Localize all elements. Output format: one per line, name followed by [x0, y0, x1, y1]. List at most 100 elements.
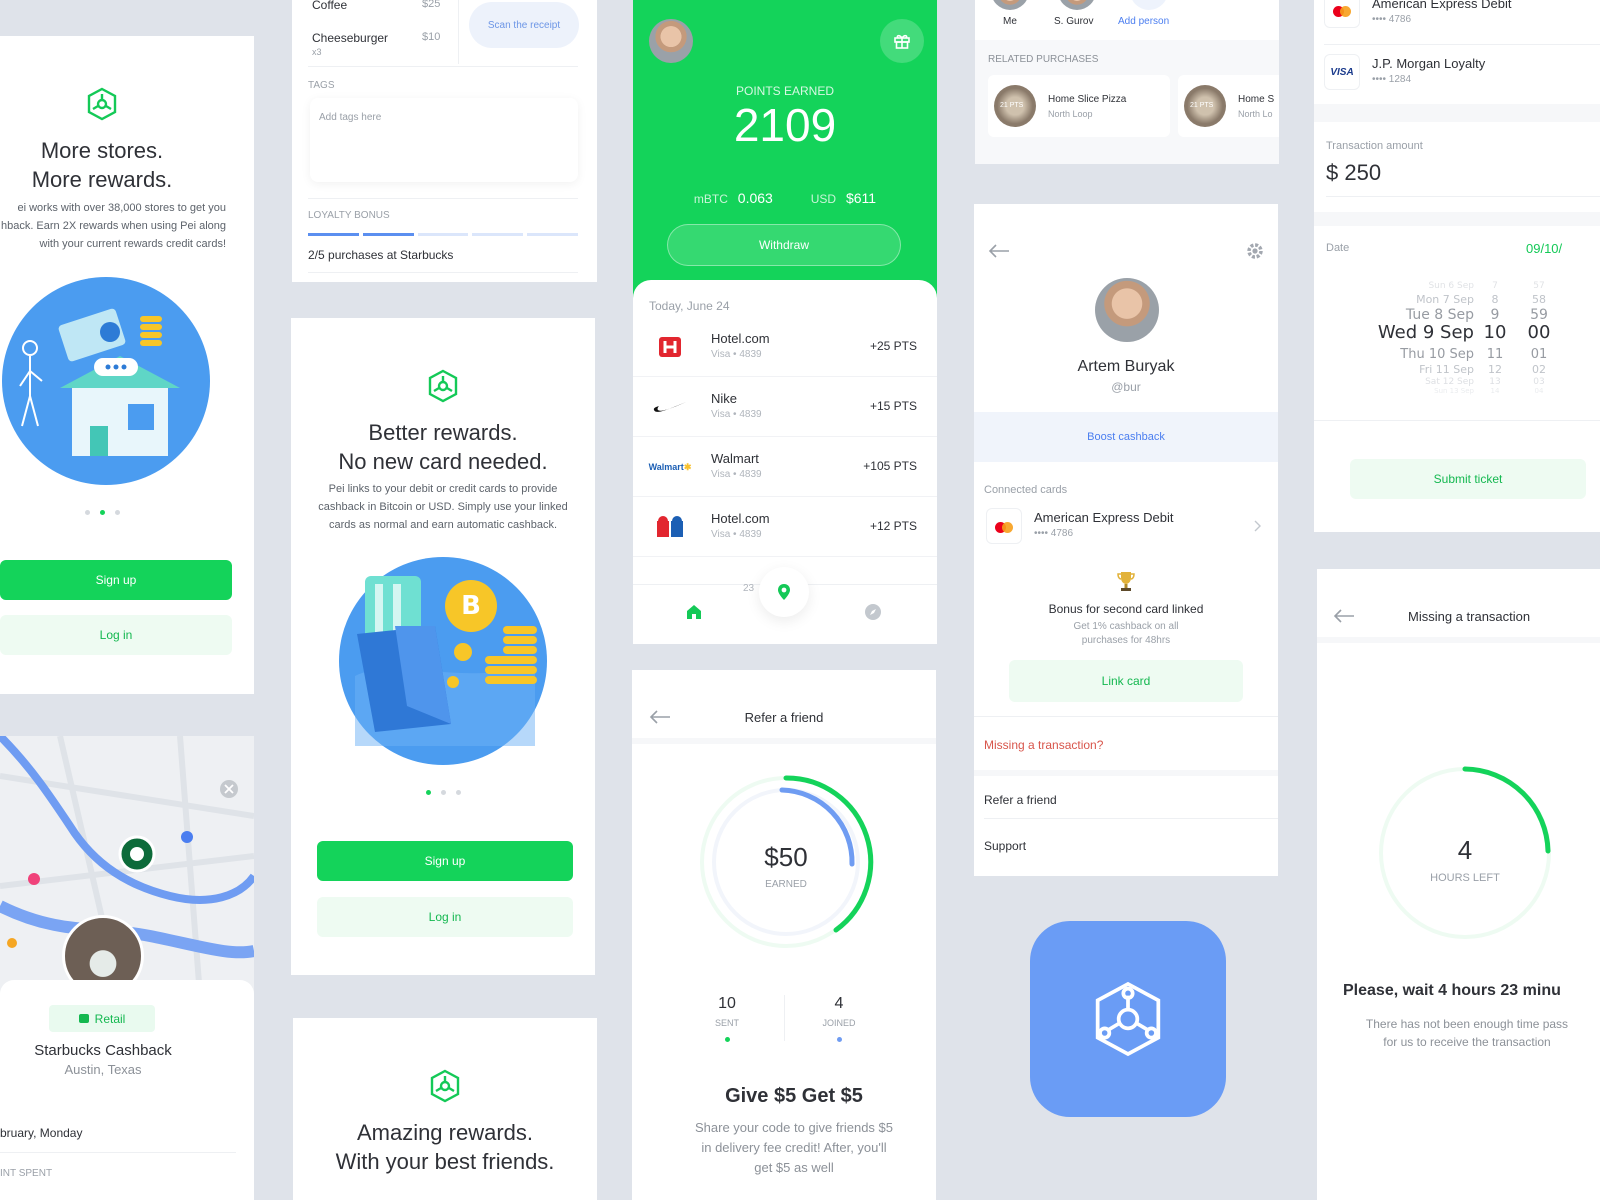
onboarding-screen-more-stores: More stores. More rewards. ei works with… — [0, 36, 254, 694]
picker-minute[interactable]: 04 — [1524, 388, 1554, 395]
missing-transaction-screen: Missing a transaction 4 HOURS LEFT Pleas… — [1317, 569, 1600, 1200]
pei-logo-icon — [428, 369, 458, 403]
picker-minute[interactable]: 57 — [1524, 282, 1554, 291]
support-link[interactable]: Support — [984, 839, 1026, 853]
missing-transaction-link[interactable]: Missing a transaction? — [984, 738, 1103, 752]
trophy-icon — [1117, 572, 1135, 591]
login-button[interactable]: Log in — [317, 897, 573, 937]
transaction-row[interactable]: Hotel.com Visa • 4839 +25 PTS — [633, 317, 937, 377]
profile-screen: Artem Buryak @bur Boost cashback Connect… — [974, 204, 1278, 876]
sent-label: SENT — [714, 1018, 739, 1028]
transaction-row[interactable]: Walmart✱ Walmart Visa • 4839 +105 PTS — [633, 437, 937, 497]
picker-hour[interactable]: 13 — [1480, 378, 1510, 387]
card-info: Visa • 4839 — [711, 409, 762, 420]
onboarding-title-line1: Better rewards. — [368, 420, 518, 445]
carousel-dots[interactable] — [0, 510, 204, 515]
refer-body-line3: get $5 as well — [754, 1160, 834, 1175]
picker-minute[interactable]: 59 — [1524, 308, 1554, 322]
walmart-logo-icon: Walmart✱ — [648, 461, 692, 472]
picker-minute[interactable]: 58 — [1524, 294, 1554, 305]
date-value[interactable]: 09/10/ — [1526, 241, 1562, 256]
wait-body-line2: for us to receive the transaction — [1383, 1035, 1551, 1049]
picker-minute[interactable]: 03 — [1524, 378, 1554, 387]
related-purchase-card[interactable]: 21 PTS Home Slice Pizza North Loop — [988, 75, 1170, 137]
store-name: Starbucks Cashback — [34, 1042, 172, 1059]
date-row: bruary, Monday — [0, 1126, 83, 1140]
merchant-name: Walmart — [711, 451, 759, 466]
onboarding-screen-amazing-rewards: Amazing rewards. With your best friends. — [293, 1018, 597, 1200]
login-button[interactable]: Log in — [0, 615, 232, 655]
link-card-button[interactable]: Link card — [1009, 660, 1243, 702]
picker-day[interactable]: Sat 12 Sep — [1344, 378, 1474, 387]
signup-button[interactable]: Sign up — [0, 560, 232, 600]
picker-hour[interactable]: 9 — [1480, 308, 1510, 322]
refer-friend-link[interactable]: Refer a friend — [984, 793, 1057, 807]
gift-button[interactable] — [880, 19, 924, 63]
refer-body-line1: Share your code to give friends $5 — [694, 1120, 893, 1135]
item-name: Coffee — [312, 0, 348, 12]
picker-day[interactable]: Sun 13 Sep — [1344, 388, 1474, 395]
related-purchase-card[interactable]: 21 PTS Home S North Lo — [1178, 75, 1279, 137]
home-icon[interactable] — [685, 603, 703, 621]
card-row[interactable]: American Express Debit •••• 4786 — [1314, 0, 1600, 42]
points-label: POINTS EARNED — [735, 84, 834, 98]
loyalty-progress — [308, 233, 578, 236]
hotel-mascot-icon — [657, 516, 683, 537]
card-row[interactable]: VISA J.P. Morgan Loyalty •••• 1284 — [1314, 52, 1600, 96]
connected-card-row[interactable]: American Express Debit •••• 4786 — [974, 506, 1278, 552]
back-arrow-icon[interactable] — [988, 244, 1010, 258]
picker-day[interactable]: Wed 9 Sep — [1344, 324, 1474, 342]
hours-label: HOURS LEFT — [1430, 872, 1500, 884]
mbtc-label: mBTC — [693, 192, 728, 206]
picker-hour[interactable]: 12 — [1480, 364, 1510, 375]
location-nav-button[interactable] — [759, 567, 809, 617]
scan-receipt-button[interactable]: Scan the receipt — [469, 2, 579, 48]
onboarding-title-line1: More stores. — [40, 138, 164, 163]
compass-icon[interactable] — [864, 603, 882, 621]
picker-hour[interactable]: 10 — [1480, 324, 1510, 342]
transaction-row[interactable]: Hotel.com Visa • 4839 +12 PTS — [633, 497, 937, 557]
picker-day[interactable]: Fri 11 Sep — [1344, 364, 1474, 375]
carousel-dots[interactable] — [291, 790, 595, 795]
points-delta: +15 PTS — [869, 399, 917, 413]
back-arrow-icon[interactable] — [1333, 609, 1355, 623]
merchant-name: Hotel.com — [711, 331, 770, 346]
tags-input[interactable]: Add tags here — [310, 98, 578, 182]
picker-day[interactable]: Mon 7 Sep — [1344, 294, 1474, 305]
usd-label: USD — [810, 192, 837, 206]
bonus-line2: purchases for 48hrs — [1081, 635, 1171, 646]
boost-cashback-button[interactable]: Boost cashback — [974, 412, 1278, 462]
picker-hour[interactable]: 8 — [1480, 294, 1510, 305]
picker-minute[interactable]: 00 — [1524, 324, 1554, 342]
split-purchase-screen: Me S. Gurov Add person RELATED PURCHASES… — [975, 0, 1279, 164]
withdraw-button[interactable]: Withdraw — [667, 224, 901, 266]
profile-avatar — [1095, 278, 1159, 342]
screen-title: Missing a transaction — [1408, 609, 1531, 624]
picker-day[interactable]: Tue 8 Sep — [1344, 308, 1474, 322]
bonus-title: Bonus for second card linked — [1048, 602, 1204, 616]
amount-label: Transaction amount — [1326, 140, 1423, 152]
amount-input[interactable]: $ 250 — [1326, 160, 1381, 186]
picker-minute[interactable]: 01 — [1524, 348, 1554, 361]
picker-day[interactable]: Thu 10 Sep — [1344, 348, 1474, 361]
mbtc-value: 0.063 — [737, 190, 773, 206]
gear-icon[interactable] — [1246, 242, 1264, 260]
picker-minute[interactable]: 02 — [1524, 364, 1554, 375]
transaction-row[interactable]: Nike Visa • 4839 +15 PTS — [633, 377, 937, 437]
location-pin-icon — [778, 584, 790, 600]
avatar[interactable] — [649, 19, 693, 63]
onboarding-body-line1: ei works with over 38,000 stores to get … — [17, 202, 227, 214]
date-time-picker[interactable]: Sun 6 Sep Mon 7 Sep Tue 8 Sep Wed 9 Sep Thu … — [1344, 278, 1584, 396]
picker-hour[interactable]: 7 — [1480, 282, 1510, 291]
picker-day[interactable]: Sun 6 Sep — [1344, 282, 1474, 291]
signup-button[interactable]: Sign up — [317, 841, 573, 881]
wait-body-line1: There has not been enough time pass — [1365, 1017, 1569, 1031]
add-person-button[interactable]: Add person — [1118, 16, 1169, 27]
pei-logo-icon — [87, 87, 117, 121]
onboarding-body-line2: hback. Earn 2X rewards when using Pei al… — [0, 220, 226, 232]
onboarding-title-line2: No new card needed. — [338, 449, 548, 474]
picker-hour[interactable]: 11 — [1480, 348, 1510, 361]
submit-ticket-button[interactable]: Submit ticket — [1350, 459, 1586, 499]
picker-hour[interactable]: 14 — [1480, 388, 1510, 395]
date-header: Today, June 24 — [649, 299, 730, 313]
